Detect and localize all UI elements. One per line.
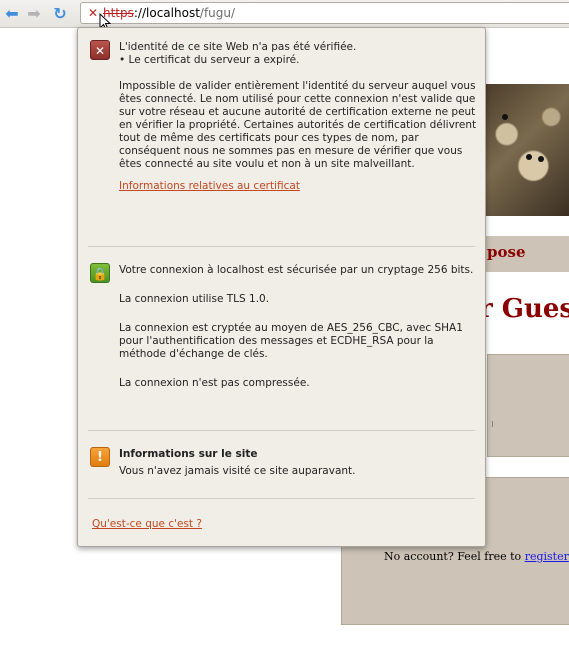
- url-host: localhost: [146, 6, 200, 20]
- url-text: https://localhost/fugu/: [103, 6, 235, 20]
- guestbook-title: r Guest: [479, 294, 569, 324]
- broken-lock-icon[interactable]: ✕: [86, 6, 100, 20]
- section-divider: [88, 430, 475, 431]
- section-divider: [88, 498, 475, 499]
- fugu-fish-photo: [480, 84, 569, 216]
- register-prefix: No account? Feel free to: [384, 550, 525, 563]
- register-prompt: No account? Feel free to register!: [384, 550, 569, 563]
- help-link[interactable]: Qu'est-ce que c'est ?: [92, 518, 202, 530]
- exclamation-icon: !: [90, 447, 110, 467]
- content-box: [487, 354, 569, 457]
- connection-encryption: Votre connexion à localhost est sécurisé…: [119, 264, 474, 276]
- url-separator: ://: [133, 6, 147, 20]
- connection-protocol: La connexion utilise TLS 1.0.: [119, 293, 270, 305]
- security-info-popup: ✕ L'identité de ce site Web n'a pas été …: [77, 27, 486, 547]
- identity-bullet: • Le certificat du serveur a expiré.: [119, 54, 300, 66]
- certificate-info-link[interactable]: Informations relatives au certificat: [119, 180, 300, 192]
- connection-compression: La connexion n'est pas compressée.: [119, 377, 310, 389]
- reload-icon[interactable]: ↻: [50, 4, 70, 24]
- nav-compose-link[interactable]: pose: [487, 243, 525, 261]
- site-info-text: Vous n'avez jamais visité ce site aupara…: [119, 465, 356, 477]
- address-bar[interactable]: ✕ https://localhost/fugu/: [80, 2, 569, 24]
- identity-title: L'identité de ce site Web n'a pas été vé…: [119, 41, 357, 53]
- browser-toolbar: ⬅ ➡ ↻ ✕ https://localhost/fugu/: [0, 0, 569, 28]
- connection-cipher: La connexion est cryptée au moyen de AES…: [119, 322, 463, 360]
- back-arrow-icon[interactable]: ⬅: [2, 4, 22, 24]
- lock-icon: 🔒: [90, 263, 110, 283]
- identity-warning-icon: ✕: [90, 40, 110, 60]
- section-divider: [88, 246, 475, 247]
- forward-arrow-icon[interactable]: ➡: [24, 4, 44, 24]
- url-path: /fugu/: [199, 6, 236, 20]
- identity-description: Impossible de valider entièrement l'iden…: [119, 80, 477, 170]
- register-link[interactable]: register: [525, 550, 569, 563]
- site-info-title: Informations sur le site: [119, 448, 258, 460]
